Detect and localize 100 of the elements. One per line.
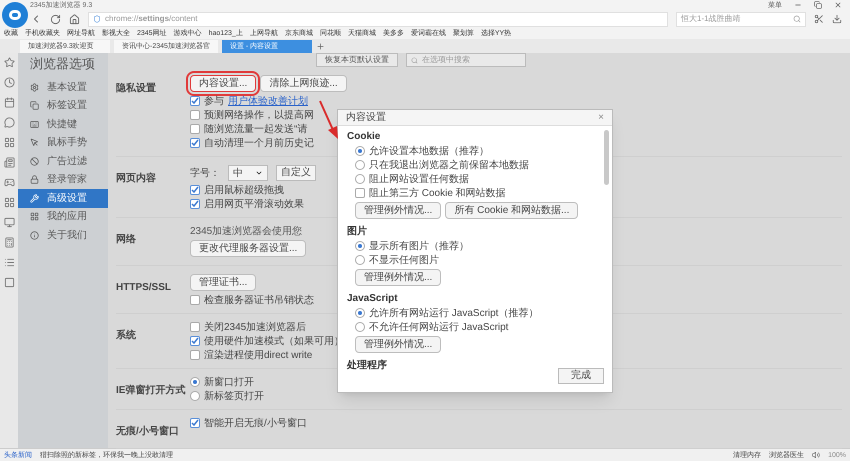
sidebar-icon <box>30 138 39 148</box>
section-label: 隐私设置 <box>116 83 156 94</box>
volume-icon[interactable] <box>812 451 820 459</box>
option-label: 预测网络操作，以提高网 <box>204 108 314 122</box>
sidebar-item[interactable]: 登录管家 <box>18 170 108 189</box>
calendar-icon[interactable] <box>4 97 14 108</box>
settings-button[interactable]: 管理例外情况... <box>355 336 442 353</box>
group-heading: 处理程序 <box>347 358 388 373</box>
search-icon <box>793 15 801 23</box>
option-label: 不允许任何网站运行 JavaScript <box>369 320 508 334</box>
radio-button[interactable] <box>355 146 365 156</box>
option-label: 随浏览流量一起发送“请 <box>204 122 308 136</box>
section-label: 无痕/小号窗口 <box>116 426 179 437</box>
checkbox[interactable] <box>190 295 200 305</box>
annotation-arrow <box>318 100 340 140</box>
new-tab-icon[interactable] <box>316 42 325 51</box>
radio-button[interactable] <box>355 255 365 265</box>
sidebar-item[interactable]: 我的应用 <box>18 208 108 226</box>
settings-button[interactable]: 清除上网痕迹... <box>260 75 347 92</box>
checkbox[interactable] <box>190 124 200 134</box>
sidebar-icon <box>30 101 39 110</box>
radio-button[interactable] <box>355 322 365 332</box>
section-label: 系统 <box>116 330 136 341</box>
option-label: 允许设置本地数据（推荐） <box>369 144 489 158</box>
checkbox[interactable] <box>190 96 200 106</box>
radio-button[interactable] <box>355 308 365 318</box>
square-icon[interactable] <box>4 277 14 288</box>
network-description: 2345加速浏览器会使用您 <box>190 224 304 238</box>
checkbox[interactable] <box>190 418 200 428</box>
option-label: 启用鼠标超级拖拽 <box>204 184 284 198</box>
privacy-link[interactable]: 用户体验改善计划 <box>228 94 308 108</box>
radio-button[interactable] <box>190 377 200 387</box>
sidebar-item[interactable]: 高级设置 <box>18 189 108 208</box>
close-icon[interactable] <box>834 1 842 9</box>
calculator-icon[interactable] <box>4 237 14 248</box>
section-label: HTTPS/SSL <box>116 282 172 293</box>
option-label: 只在我退出浏览器之前保留本地数据 <box>369 158 529 172</box>
settings-button[interactable]: 管理证书... <box>190 274 256 291</box>
checkbox[interactable] <box>190 322 200 332</box>
checkbox[interactable] <box>190 110 200 120</box>
caret-icon <box>255 169 263 177</box>
group-heading: Cookie <box>347 130 382 144</box>
font-size-label: 字号： <box>190 166 220 180</box>
checkbox[interactable] <box>190 185 200 195</box>
settings-button[interactable]: 管理例外情况... <box>355 202 442 219</box>
reset-defaults-button[interactable]: 恢复本页默认设置 <box>316 53 398 67</box>
sidebar-item[interactable]: 标签设置 <box>18 96 108 115</box>
reload-icon[interactable] <box>50 14 61 24</box>
checkbox[interactable] <box>190 350 200 360</box>
star-icon[interactable] <box>4 57 14 68</box>
group-heading: 图片 <box>347 224 368 239</box>
checkbox[interactable] <box>190 138 200 148</box>
section-label: 网络 <box>116 234 136 245</box>
option-label: 阻止第三方 Cookie 和网站数据 <box>369 186 506 200</box>
checkbox[interactable] <box>355 188 365 198</box>
option-label: 新窗口打开 <box>204 376 254 390</box>
sidebar-icon <box>30 212 39 222</box>
checkbox[interactable] <box>190 336 200 346</box>
sidebar-item[interactable]: 鼠标手势 <box>18 134 108 152</box>
option-label: 允许所有网站运行 JavaScript（推荐） <box>369 306 538 320</box>
sidebar-item[interactable]: 关于我们 <box>18 226 108 244</box>
sidebar-icon <box>30 82 39 92</box>
option-label: 不显示任何图片 <box>369 254 439 268</box>
sidebar-item[interactable]: 快捷键 <box>18 115 108 134</box>
monitor-icon[interactable] <box>4 217 14 228</box>
font-size-dropdown[interactable]: 中 <box>228 165 268 181</box>
grid-icon[interactable] <box>4 197 14 208</box>
radio-button[interactable] <box>355 241 365 251</box>
newspaper-icon[interactable] <box>4 157 14 168</box>
sidebar-icon <box>30 120 39 129</box>
sidebar-icon <box>30 230 39 240</box>
settings-button[interactable]: 所有 Cookie 和网站数据... <box>445 202 578 219</box>
radio-button[interactable] <box>355 174 365 184</box>
option-label: 渲染进程使用direct write <box>204 348 312 362</box>
customize-button[interactable]: 自定义 <box>276 165 316 181</box>
done-button[interactable]: 完成 <box>558 368 604 384</box>
scrollbar[interactable] <box>604 130 609 185</box>
chat-icon[interactable] <box>4 117 14 128</box>
settings-button[interactable]: 更改代理服务器设置... <box>190 240 306 257</box>
search-icon <box>411 56 418 64</box>
option-label: 启用网页平滑滚动效果 <box>204 198 304 212</box>
sidebar-item[interactable]: 基本设置 <box>18 78 108 96</box>
home-icon[interactable] <box>69 14 80 24</box>
checkbox[interactable] <box>190 199 200 209</box>
gamepad-icon[interactable] <box>4 177 14 188</box>
restore-icon[interactable] <box>814 1 822 9</box>
option-label: 智能开启无痕/小号窗口 <box>204 416 307 430</box>
option-label: 阻止网站设置任何数据 <box>369 172 469 186</box>
scissors-icon[interactable] <box>814 14 824 24</box>
grid-icon[interactable] <box>4 137 14 148</box>
option-label: 检查服务器证书吊销状态 <box>204 294 314 308</box>
section-label: IE弹窗打开方式 <box>116 385 186 396</box>
radio-button[interactable] <box>355 160 365 170</box>
option-label: 关闭2345加速浏览器后 <box>204 320 306 334</box>
settings-button[interactable]: 管理例外情况... <box>355 269 442 286</box>
sidebar-item[interactable]: 广告过滤 <box>18 152 108 170</box>
sidebar-icon <box>30 194 39 203</box>
clock-icon[interactable] <box>4 77 14 88</box>
radio-button[interactable] <box>190 391 200 401</box>
download-icon[interactable] <box>832 14 842 24</box>
